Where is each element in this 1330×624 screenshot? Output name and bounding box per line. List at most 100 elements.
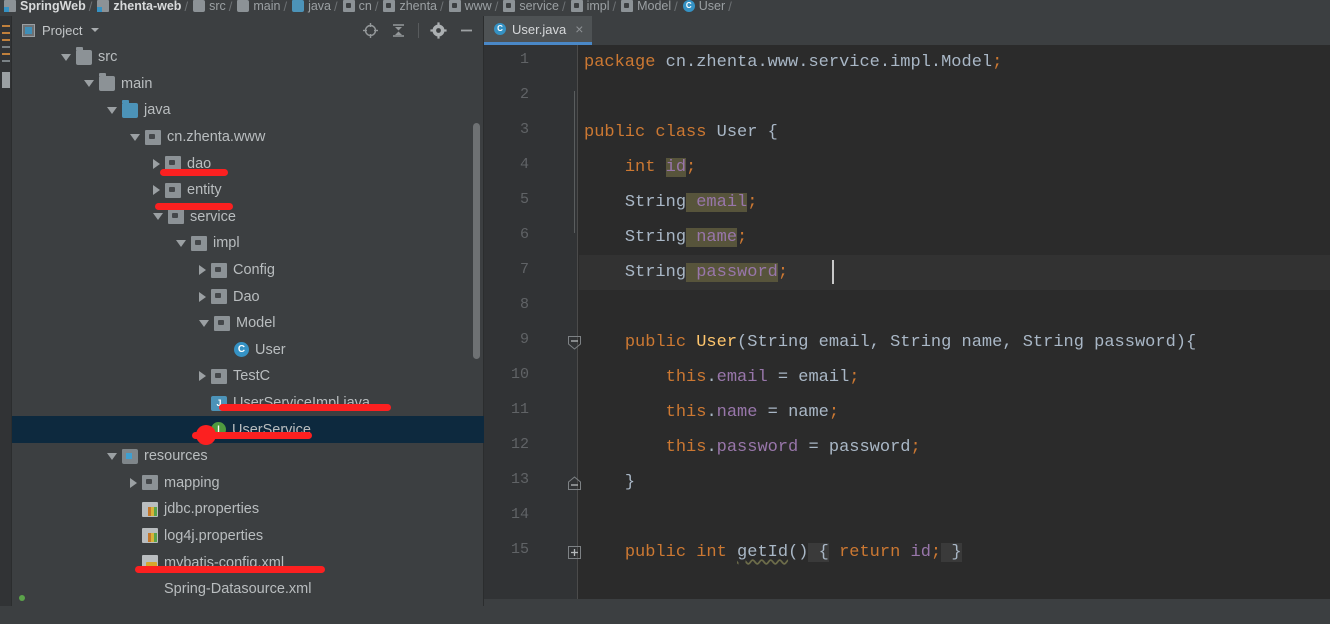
class-icon: C xyxy=(682,0,695,12)
editor-tab-user-java[interactable]: C User.java × xyxy=(484,16,593,45)
tree-item-cn-zhenta-www[interactable]: cn.zhenta.www xyxy=(12,124,484,151)
project-panel-header: Project xyxy=(12,16,483,44)
folder-icon xyxy=(99,73,115,92)
chevron-down-icon[interactable] xyxy=(199,319,209,327)
strip-marker xyxy=(2,25,10,27)
breadcrumb-item-www[interactable]: www xyxy=(445,0,494,16)
project-tree-scrollbar-vertical[interactable] xyxy=(473,123,480,359)
breadcrumb-item-service[interactable]: service xyxy=(499,0,561,16)
tree-item-log4j-properties[interactable]: log4j.properties xyxy=(12,523,484,550)
tree-item-spring-datasource-xml[interactable]: Spring-Datasource.xml xyxy=(12,576,484,603)
breadcrumb-item-zhenta[interactable]: zhenta xyxy=(379,0,439,16)
token-param-password: password xyxy=(828,438,911,457)
token-semicolon: ; xyxy=(992,53,1003,72)
chevron-right-icon[interactable] xyxy=(199,371,206,382)
token-keyword: public xyxy=(584,123,646,142)
gear-icon[interactable] xyxy=(430,21,447,39)
tree-item-label: service xyxy=(190,208,236,225)
code-editor[interactable]: 1 2 3 4 5 6 7 8 9 10 11 12 13 14 15 package cn.zhenta.… xyxy=(484,45,1330,599)
token-type-string: String xyxy=(1022,333,1084,352)
token-semicolon: ; xyxy=(747,193,758,212)
minimize-icon[interactable] xyxy=(458,22,475,39)
tree-item-label: Spring-Datasource.xml xyxy=(164,581,312,598)
breadcrumb-item-springweb[interactable]: SpringWeb xyxy=(0,0,88,16)
breadcrumb-item-java[interactable]: java xyxy=(288,0,333,16)
breadcrumb-item-zhenta-web[interactable]: zhenta-web xyxy=(93,0,183,16)
tree-item-user[interactable]: C User xyxy=(12,337,484,364)
tree-item-dao[interactable]: dao xyxy=(12,150,484,177)
breadcrumb-label: User xyxy=(698,0,726,13)
chevron-right-icon[interactable] xyxy=(130,477,137,488)
collapse-all-icon[interactable] xyxy=(390,22,407,39)
close-icon[interactable]: × xyxy=(575,21,583,37)
chevron-down-icon[interactable] xyxy=(91,28,100,32)
line-number: 3 xyxy=(519,121,529,138)
chevron-right-icon[interactable] xyxy=(153,185,160,196)
tree-item-resources[interactable]: resources xyxy=(12,443,484,470)
chevron-down-icon[interactable] xyxy=(107,106,117,114)
tree-item-service[interactable]: service xyxy=(12,204,484,231)
breadcrumb-item-cn[interactable]: cn xyxy=(339,0,374,16)
tree-item-label: entity xyxy=(187,182,222,199)
token-semicolon: ; xyxy=(910,438,921,457)
tree-item-main[interactable]: main xyxy=(12,71,484,98)
project-panel-title: Project xyxy=(42,22,83,38)
package-icon xyxy=(168,209,184,225)
chevron-down-icon[interactable] xyxy=(61,53,71,61)
tree-item-label: mapping xyxy=(164,474,220,491)
chevron-down-icon[interactable] xyxy=(130,133,140,141)
breadcrumb-item-main[interactable]: main xyxy=(233,0,282,16)
tree-item-mapping[interactable]: mapping xyxy=(12,470,484,497)
token-field-name: name xyxy=(696,228,738,247)
breadcrumb-label: SpringWeb xyxy=(20,0,86,13)
tree-item-impl[interactable]: impl xyxy=(12,230,484,257)
annotation-strike-userserviceimpl xyxy=(219,404,391,411)
tree-item-model[interactable]: Model xyxy=(12,310,484,337)
left-tool-strip[interactable] xyxy=(0,16,12,606)
chevron-down-icon[interactable] xyxy=(176,239,186,247)
tree-item-jdbc-properties[interactable]: jdbc.properties xyxy=(12,496,484,523)
breadcrumb-label: java xyxy=(308,0,332,13)
tree-item-label: impl xyxy=(213,235,240,252)
chevron-right-icon[interactable] xyxy=(199,265,206,276)
tree-item-java[interactable]: java xyxy=(12,97,484,124)
token-field-email: email xyxy=(716,368,768,387)
chevron-right-icon[interactable] xyxy=(199,291,206,302)
chevron-down-icon[interactable] xyxy=(107,452,117,460)
tree-item-src[interactable]: src xyxy=(12,44,484,71)
token-comma: , xyxy=(1002,333,1013,352)
token-semicolon: ; xyxy=(777,263,789,282)
breadcrumb-item-user[interactable]: C User xyxy=(679,0,727,16)
package-icon xyxy=(211,289,227,305)
chevron-right-icon[interactable] xyxy=(153,158,160,169)
project-tree[interactable]: src main java cn.zhenta.www dao entity service… xyxy=(12,44,484,606)
breadcrumb-item-impl[interactable]: impl xyxy=(567,0,612,16)
token-brace: { xyxy=(1185,333,1197,352)
token-paren: ( xyxy=(788,543,799,562)
code-content[interactable]: package cn.zhenta.www.service.impl.Model… xyxy=(579,45,1330,599)
locate-target-icon[interactable] xyxy=(362,22,379,39)
tree-item-entity[interactable]: entity xyxy=(12,177,484,204)
package-icon xyxy=(211,262,227,278)
tree-item-testc[interactable]: TestC xyxy=(12,363,484,390)
code-line-10: this.email = email; xyxy=(584,360,860,395)
token-semicolon: ; xyxy=(737,228,748,247)
breadcrumb-item-src[interactable]: src xyxy=(189,0,228,16)
token-param-password: password xyxy=(1094,333,1176,352)
chevron-down-icon[interactable] xyxy=(84,80,94,88)
tree-item-config[interactable]: Config xyxy=(12,257,484,284)
breadcrumb-item-model[interactable]: Model xyxy=(617,0,673,16)
editor-gutter[interactable]: 1 2 3 4 5 6 7 8 9 10 11 12 13 14 15 xyxy=(484,45,581,599)
chevron-down-icon[interactable] xyxy=(153,213,163,221)
text-caret xyxy=(832,260,834,284)
strip-button[interactable] xyxy=(2,72,10,88)
tree-item-dao[interactable]: Dao xyxy=(12,283,484,310)
